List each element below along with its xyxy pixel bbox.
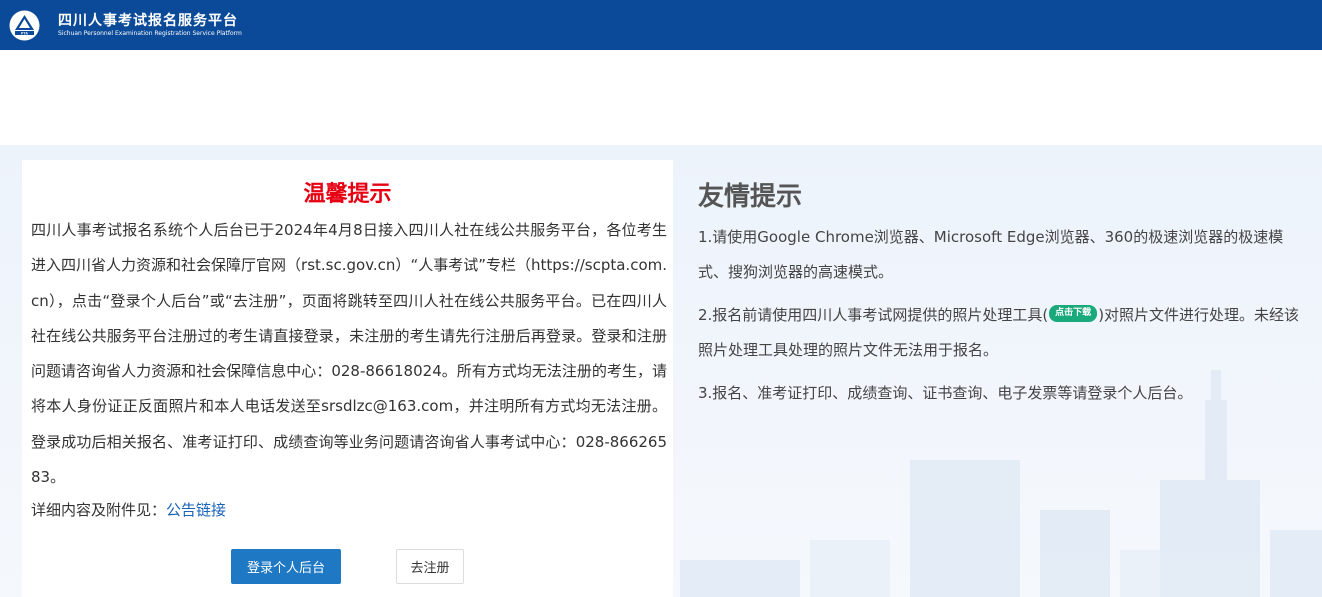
tip-backend: 3.报名、准考证打印、成绩查询、证书查询、电子发票等请登录个人后台。 bbox=[698, 384, 1193, 402]
notice-body-text: 四川人事考试报名系统个人后台已于2024年4月8日接入四川人社在线公共服务平台，… bbox=[31, 221, 667, 487]
tips-title: 友情提示 bbox=[698, 182, 803, 212]
logo-text: PTA bbox=[21, 31, 28, 35]
platform-title: 四川人事考试报名服务平台 bbox=[58, 13, 238, 29]
tips-list: 1.请使用Google Chrome浏览器、Microsoft Edge浏览器、… bbox=[698, 220, 1303, 420]
announcement-link[interactable]: 公告链接 bbox=[166, 501, 226, 519]
notice-title: 温馨提示 bbox=[303, 182, 392, 207]
login-personal-backend-button[interactable]: 登录个人后台 bbox=[231, 549, 341, 584]
detail-prefix: 详细内容及附件见： bbox=[31, 501, 167, 519]
platform-subtitle: Sichuan Personnel Examination Registrati… bbox=[58, 30, 242, 37]
download-badge-button[interactable]: 点击下载 bbox=[1049, 305, 1098, 322]
tip-photo-tool: 2.报名前请使用四川人事考试网提供的照片处理工具(点击下载)对照片文件进行处理。… bbox=[698, 298, 1303, 367]
detail-line: 详细内容及附件见：公告链接 bbox=[31, 493, 226, 528]
register-button[interactable]: 去注册 bbox=[396, 549, 464, 584]
pta-logo-icon: PTA bbox=[9, 10, 40, 41]
tip2-text-before: 2.报名前请使用四川人事考试网提供的照片处理工具( bbox=[698, 306, 1049, 324]
tip-browser: 1.请使用Google Chrome浏览器、Microsoft Edge浏览器、… bbox=[698, 228, 1284, 281]
top-header-bar: PTA 四川人事考试报名服务平台 Sichuan Personnel Exami… bbox=[0, 0, 1322, 50]
